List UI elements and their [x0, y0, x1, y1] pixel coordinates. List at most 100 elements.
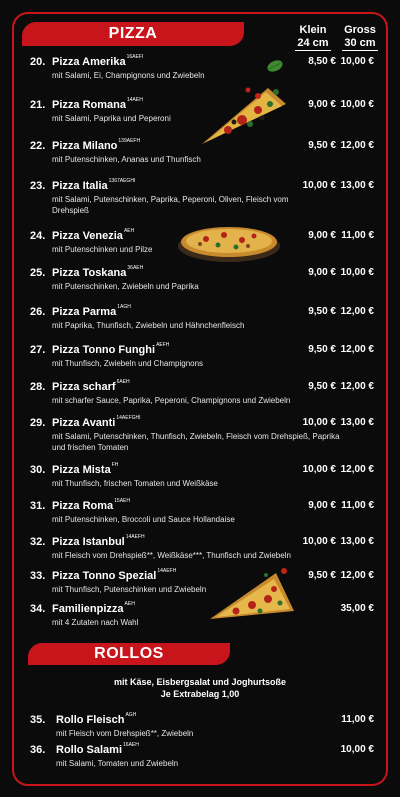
- item-description: mit Salami, Tomaten und Zwiebeln: [56, 759, 179, 768]
- item-number: 20.: [30, 56, 46, 68]
- price-small: 10,00 €: [302, 464, 336, 475]
- price-large: 12,00 €: [340, 570, 374, 581]
- pizza-section-title: PIZZA: [108, 25, 158, 42]
- item-name-text: Pizza Venezia: [52, 230, 123, 242]
- item-description: mit 4 Zutaten nach Wahl: [52, 618, 139, 627]
- pizza-section-banner: PIZZA: [22, 22, 244, 46]
- allergen-codes: AEFH: [156, 342, 170, 348]
- item-name-text: Pizza Toskana: [52, 267, 127, 279]
- item-name: Pizza Roma15AEH: [52, 498, 130, 512]
- item-name: Pizza Parma1AGH: [52, 304, 131, 318]
- item-description: mit Putenschinken, Ananas und Thunfisch: [52, 155, 201, 164]
- item-name: Pizza MistaFH: [52, 462, 119, 476]
- allergen-codes: AEH: [123, 228, 135, 234]
- item-number: 27.: [30, 344, 46, 356]
- price-large: 11,00 €: [341, 714, 374, 725]
- allergen-codes: FH: [111, 462, 119, 468]
- item-name-text: Rollo Fleisch: [56, 714, 125, 726]
- item-number: 21.: [30, 99, 46, 111]
- item-description: mit Paprika, Thunfisch, Zwiebeln und Häh…: [52, 321, 245, 330]
- item-number: 34.: [30, 603, 46, 615]
- price-large: 35,00 €: [340, 603, 374, 614]
- price-small: 8,50 €: [308, 56, 336, 67]
- item-number: 31.: [30, 500, 46, 512]
- price-large: 11,00 €: [341, 500, 374, 511]
- allergen-codes: 14AEFGHI: [116, 415, 141, 421]
- item-name: Pizza Tonno FunghiAEFH: [52, 342, 170, 356]
- allergen-codes: AEH: [124, 601, 135, 607]
- price-small: 9,00 €: [308, 99, 336, 110]
- price-small: 9,00 €: [308, 267, 336, 278]
- item-name-text: Pizza Avanti: [52, 417, 116, 429]
- item-name: Pizza Romana14AEH: [52, 97, 143, 111]
- item-number: 24.: [30, 230, 46, 242]
- item-name-text: Pizza Istanbul: [52, 536, 125, 548]
- price-small: 9,50 €: [308, 344, 336, 355]
- allergen-codes: 139AEFH: [118, 138, 141, 144]
- item-description: mit Putenschinken, Zwiebeln und Paprika: [52, 282, 199, 291]
- item-number: 25.: [30, 267, 46, 279]
- price-large: 12,00 €: [340, 306, 374, 317]
- allergen-codes: 14AEFH: [125, 534, 145, 540]
- rollos-note-line2: Je Extrabelag 1,00: [160, 689, 240, 699]
- item-description: mit Fleisch vom Drehspieß**, Weißkäse***…: [52, 551, 291, 560]
- item-description: mit Salami, Ei, Champignons und Zwiebeln: [52, 71, 205, 80]
- item-name: Rollo Salami16AEH: [56, 742, 139, 756]
- price-small: 10,00 €: [302, 417, 336, 428]
- allergen-codes: 16AEFI: [126, 54, 144, 60]
- item-description: mit Putenschinken, Broccoli und Sauce Ho…: [52, 515, 235, 524]
- item-number: 22.: [30, 140, 46, 152]
- item-name-text: Pizza scharf: [52, 381, 116, 393]
- item-name: Pizza scharf6AEH: [52, 379, 130, 393]
- item-name-text: Pizza Roma: [52, 500, 114, 512]
- item-description: mit Thunfisch, Putenschinken und Zwiebel…: [52, 585, 207, 594]
- price-large: 13,00 €: [340, 180, 374, 191]
- basil-leaf-image: [267, 60, 283, 72]
- whole-pizza-image: [178, 227, 280, 262]
- item-name-text: Pizza Romana: [52, 99, 126, 111]
- price-large: 12,00 €: [340, 344, 374, 355]
- price-large: 13,00 €: [340, 536, 374, 547]
- price-large: 11,00 €: [341, 230, 374, 241]
- item-name-text: Pizza Italia: [52, 180, 108, 192]
- item-number: 35.: [30, 714, 46, 726]
- price-large: 10,00 €: [340, 56, 374, 67]
- column-header-large-label: Gross: [344, 24, 376, 36]
- item-description: mit Salami, Putenschinken, Paprika, Pepe…: [52, 195, 289, 215]
- allergen-codes: 16AEH: [123, 742, 139, 748]
- rollos-note: mit Käse, Eisbergsalat und Joghurtsoße J…: [60, 676, 340, 700]
- pizza-slice-image-bottom: [210, 568, 294, 619]
- item-name: Pizza Amerika16AEFI: [52, 54, 144, 68]
- allergen-codes: 1AGH: [117, 304, 131, 310]
- item-name: Pizza Italia1367AEGHI: [52, 178, 136, 192]
- item-name: Pizza Tonno Spezial14AEFH: [52, 568, 176, 582]
- price-large: 13,00 €: [340, 417, 374, 428]
- rollos-section-banner: ROLLOS: [28, 643, 230, 665]
- rollos-note-line1: mit Käse, Eisbergsalat und Joghurtsoße: [113, 677, 287, 687]
- price-large: 10,00 €: [340, 267, 374, 278]
- item-name: Pizza VeneziaAEH: [52, 228, 135, 242]
- column-header-small-size: 24 cm: [295, 37, 331, 51]
- column-header-large-size: 30 cm: [342, 37, 378, 51]
- item-description: mit Fleisch vom Drehspieß**, Zwiebeln: [56, 729, 194, 738]
- item-number: 32.: [30, 536, 46, 548]
- item-number: 28.: [30, 381, 46, 393]
- allergen-codes: 14AEH: [126, 97, 143, 103]
- item-description: mit Thunfisch, Zwiebeln und Champignons: [52, 359, 204, 368]
- item-name-text: Pizza Tonno Spezial: [52, 570, 157, 582]
- price-small: 9,50 €: [308, 381, 336, 392]
- column-header-small-label: Klein: [299, 24, 327, 36]
- price-small: 9,00 €: [308, 230, 336, 241]
- price-large: 12,00 €: [340, 464, 374, 475]
- price-small: 9,50 €: [308, 306, 336, 317]
- price-small: 10,00 €: [302, 180, 336, 191]
- price-small: 10,00 €: [302, 536, 336, 547]
- item-name: Pizza Milano139AEFH: [52, 138, 141, 152]
- item-description: mit Thunfisch, frischen Tomaten und Weiß…: [52, 479, 218, 488]
- rollos-section-title: ROLLOS: [94, 645, 164, 662]
- column-header-large: Gross 30 cm: [338, 24, 382, 51]
- allergen-codes: 1367AEGHI: [108, 178, 136, 184]
- item-number: 29.: [30, 417, 46, 429]
- item-number: 30.: [30, 464, 46, 476]
- item-name: FamilienpizzaAEH: [52, 601, 135, 615]
